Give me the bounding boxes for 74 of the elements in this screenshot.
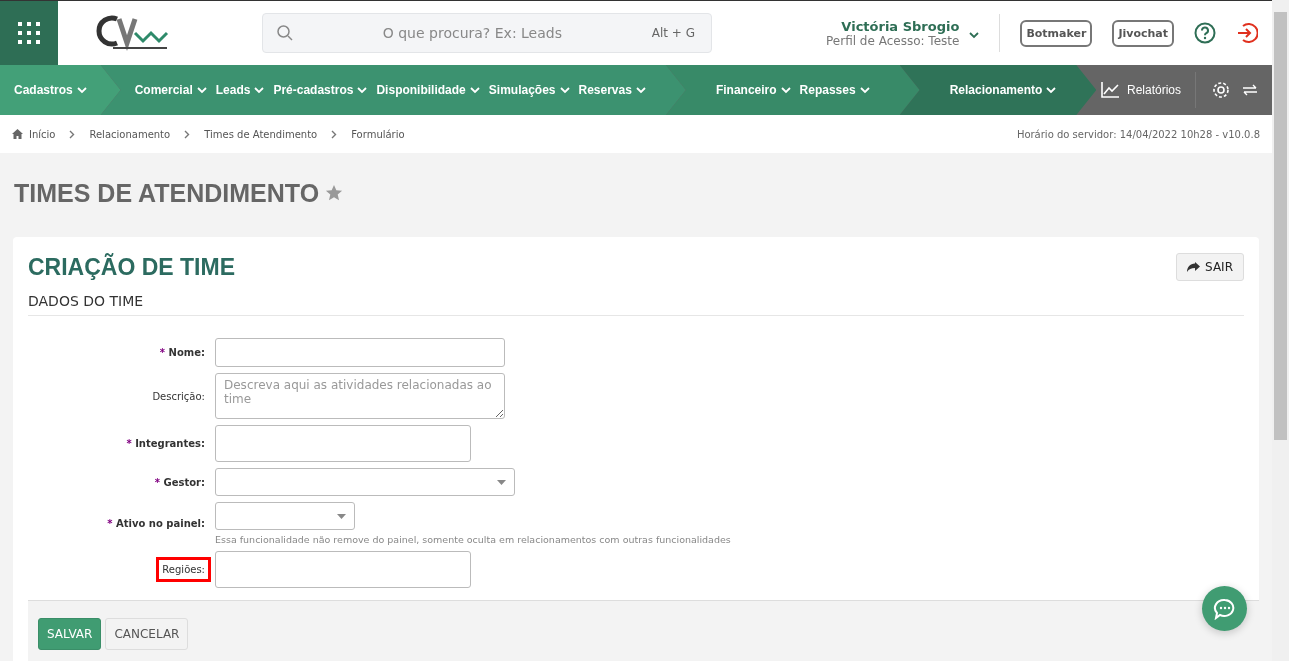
required-marker: *	[107, 518, 113, 529]
share-arrow-icon	[1187, 262, 1201, 272]
menu-item[interactable]: Simulações	[488, 83, 570, 97]
form-title: CRIAÇÃO DE TIME	[28, 253, 235, 281]
breadcrumb-link[interactable]: Formulário	[351, 128, 405, 140]
section-heading: DADOS DO TIME	[28, 281, 1244, 316]
breadcrumb-link[interactable]: Times de Atendimento	[204, 128, 318, 140]
menu-item[interactable]: Cadastros	[14, 83, 87, 97]
chat-integration-button[interactable]: Botmaker	[1020, 19, 1093, 47]
required-marker: *	[126, 438, 132, 449]
field-label: Nome:	[168, 347, 205, 358]
star-icon[interactable]	[325, 184, 344, 202]
menu-item[interactable]: Comercial	[134, 83, 207, 97]
menu-item[interactable]: Disponibilidade	[376, 83, 480, 97]
field-label: Descrição:	[152, 390, 205, 402]
search-input[interactable]: O que procura? Ex: Leads	[293, 24, 652, 42]
breadcrumb-link[interactable]: Início	[29, 128, 56, 140]
field-label: Integrantes:	[135, 438, 205, 449]
chevron-down-icon	[254, 86, 265, 94]
menu-item[interactable]: Financeiro	[715, 83, 791, 97]
user-profile: Perfil de Acesso: Teste	[826, 33, 960, 48]
field-label: Regiões:	[162, 564, 205, 575]
chevron-down-icon	[469, 86, 480, 94]
save-button[interactable]: SALVAR	[38, 618, 102, 650]
settings-icon[interactable]	[1212, 81, 1230, 99]
chevron-down-icon	[859, 86, 870, 94]
chevron-down-icon	[635, 86, 646, 94]
search-icon	[277, 25, 293, 41]
cancel-button[interactable]: CANCELAR	[105, 618, 189, 650]
caret-icon	[497, 479, 506, 485]
breadcrumb-link[interactable]: Relacionamento	[89, 128, 171, 140]
user-name[interactable]: Victória Sbrogio	[826, 18, 960, 34]
logout-icon[interactable]	[1236, 22, 1258, 44]
chevron-down-icon	[76, 86, 87, 94]
chevron-down-icon	[196, 86, 207, 94]
input-field[interactable]	[215, 425, 471, 462]
swap-icon[interactable]	[1242, 84, 1258, 96]
help-text: Essa funcionalidade não remove do painel, somente oculta em relacionamentos com outras funcionalidades	[215, 534, 731, 545]
chart-icon	[1100, 82, 1119, 98]
required-marker: *	[154, 476, 160, 488]
menu-item[interactable]: Repasses	[799, 83, 870, 97]
home-icon	[12, 129, 23, 139]
chevron-down-icon	[559, 86, 570, 94]
required-marker: *	[159, 347, 166, 358]
chevron-down-icon	[357, 86, 368, 94]
chat-integration-button[interactable]: Jivochat	[1112, 19, 1174, 47]
search-field[interactable]: O que procura? Ex: Leads Alt + G	[262, 13, 712, 53]
field-label: Gestor:	[163, 476, 205, 488]
chevron-down-icon	[969, 31, 980, 39]
dropdown[interactable]	[215, 468, 515, 496]
caret-icon	[337, 513, 346, 519]
field-label: Ativo no painel:	[116, 518, 205, 529]
menu-item[interactable]: Relacionamento	[949, 83, 1057, 97]
input-field[interactable]	[215, 338, 505, 367]
page-title: TIMES DE ATENDIMENTO	[14, 178, 320, 208]
chevron-down-icon	[780, 86, 791, 94]
speech-bubble-icon	[1212, 597, 1237, 620]
grid-icon	[17, 21, 41, 45]
reports-link[interactable]: Relatórios	[1126, 83, 1181, 97]
dropdown[interactable]	[215, 502, 355, 530]
server-time: Horário do servidor: 14/04/2022 10h28 - v10.0.8	[1016, 128, 1260, 140]
help-icon[interactable]	[1194, 22, 1216, 44]
exit-button[interactable]: SAIR	[1176, 253, 1244, 281]
menu-item[interactable]: Reservas	[578, 83, 646, 97]
shortcut-hint: Alt + G	[651, 26, 695, 40]
chevron-right-icon	[184, 129, 191, 139]
description-field[interactable]: Descreva aqui as atividades relacionadas ao time	[215, 373, 505, 419]
menu-item[interactable]: Pré-cadastros	[273, 83, 368, 97]
apps-menu-button[interactable]	[0, 1, 58, 65]
chevron-down-icon	[1046, 86, 1057, 94]
chevron-right-icon	[69, 129, 76, 139]
menu-item[interactable]: Leads	[215, 83, 265, 97]
input-field[interactable]	[215, 551, 471, 588]
chevron-right-icon	[331, 129, 338, 139]
